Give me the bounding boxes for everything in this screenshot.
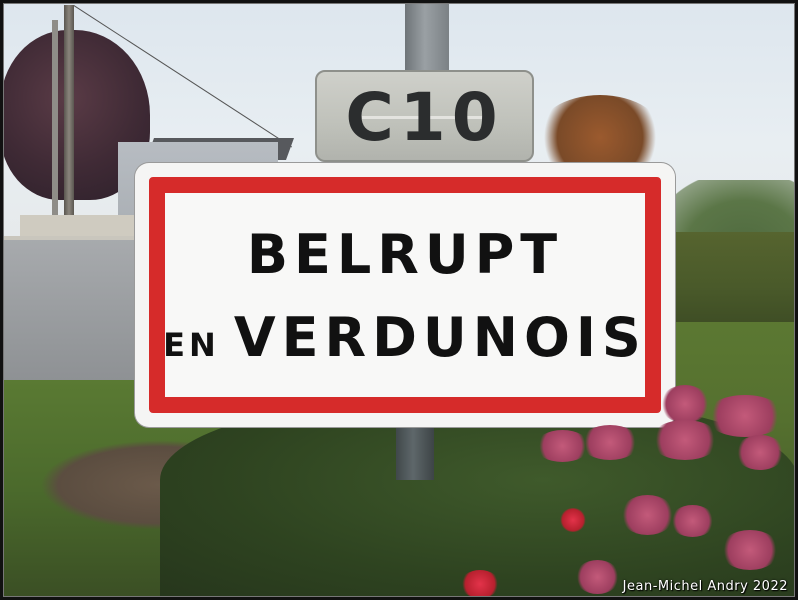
- flower-cluster: [660, 385, 710, 423]
- road-number-text: C10: [345, 79, 504, 156]
- sign-post-top: [405, 0, 449, 75]
- town-name-prefix: EN: [163, 326, 220, 364]
- road-number-plate: C10: [315, 70, 534, 162]
- photo-frame: C10 BELRUPT EN VERDUNOIS Jean-Michel Andr…: [0, 0, 798, 600]
- town-name-line1: BELRUPT: [246, 223, 564, 286]
- sedum-flowers: [460, 380, 798, 600]
- utility-pole-thin: [52, 20, 58, 242]
- town-name-suffix: VERDUNOIS: [233, 306, 647, 369]
- photo-credit: Jean-Michel Andry 2022: [622, 579, 788, 594]
- flower-cluster-red: [460, 570, 500, 598]
- utility-pole: [64, 5, 74, 245]
- hedge: [660, 232, 798, 322]
- flower-cluster: [535, 430, 590, 462]
- flower-cluster: [670, 505, 715, 537]
- flower-cluster: [650, 420, 720, 460]
- flower-cluster: [720, 530, 780, 570]
- flower-cluster: [735, 435, 785, 470]
- flower-cluster: [705, 395, 785, 437]
- sign-post-bottom: [396, 425, 434, 480]
- flower-cluster: [620, 495, 675, 535]
- flower-cluster-red: [560, 508, 586, 532]
- town-name-line2: EN VERDUNOIS: [135, 308, 675, 381]
- flower-cluster: [575, 560, 620, 594]
